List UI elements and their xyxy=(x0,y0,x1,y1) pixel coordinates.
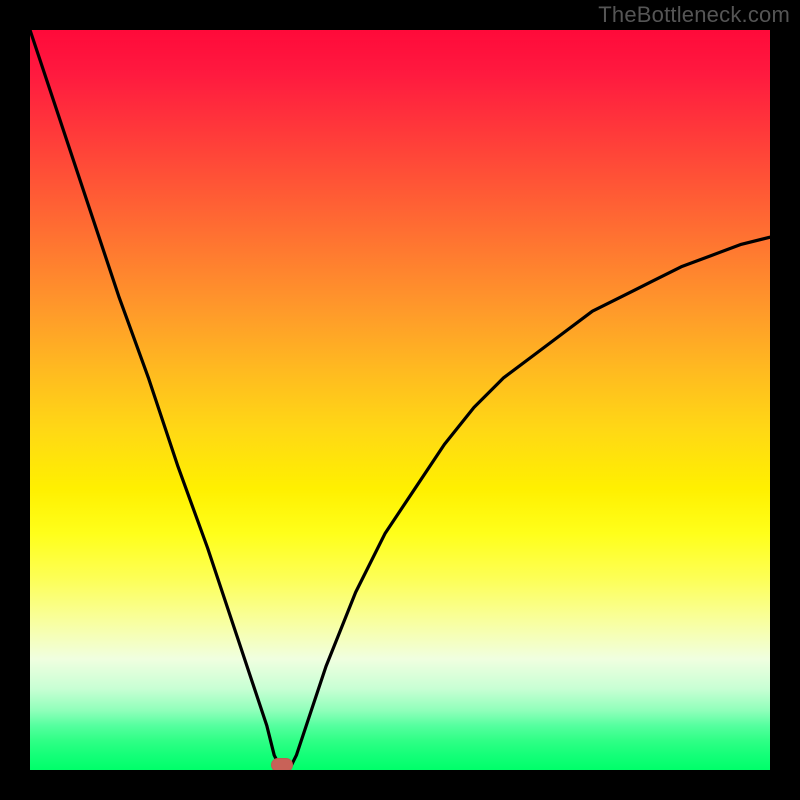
watermark-text: TheBottleneck.com xyxy=(598,2,790,28)
chart-frame: TheBottleneck.com xyxy=(0,0,800,800)
optimal-point-marker xyxy=(271,758,293,770)
plot-area xyxy=(30,30,770,770)
bottleneck-curve xyxy=(30,30,770,770)
